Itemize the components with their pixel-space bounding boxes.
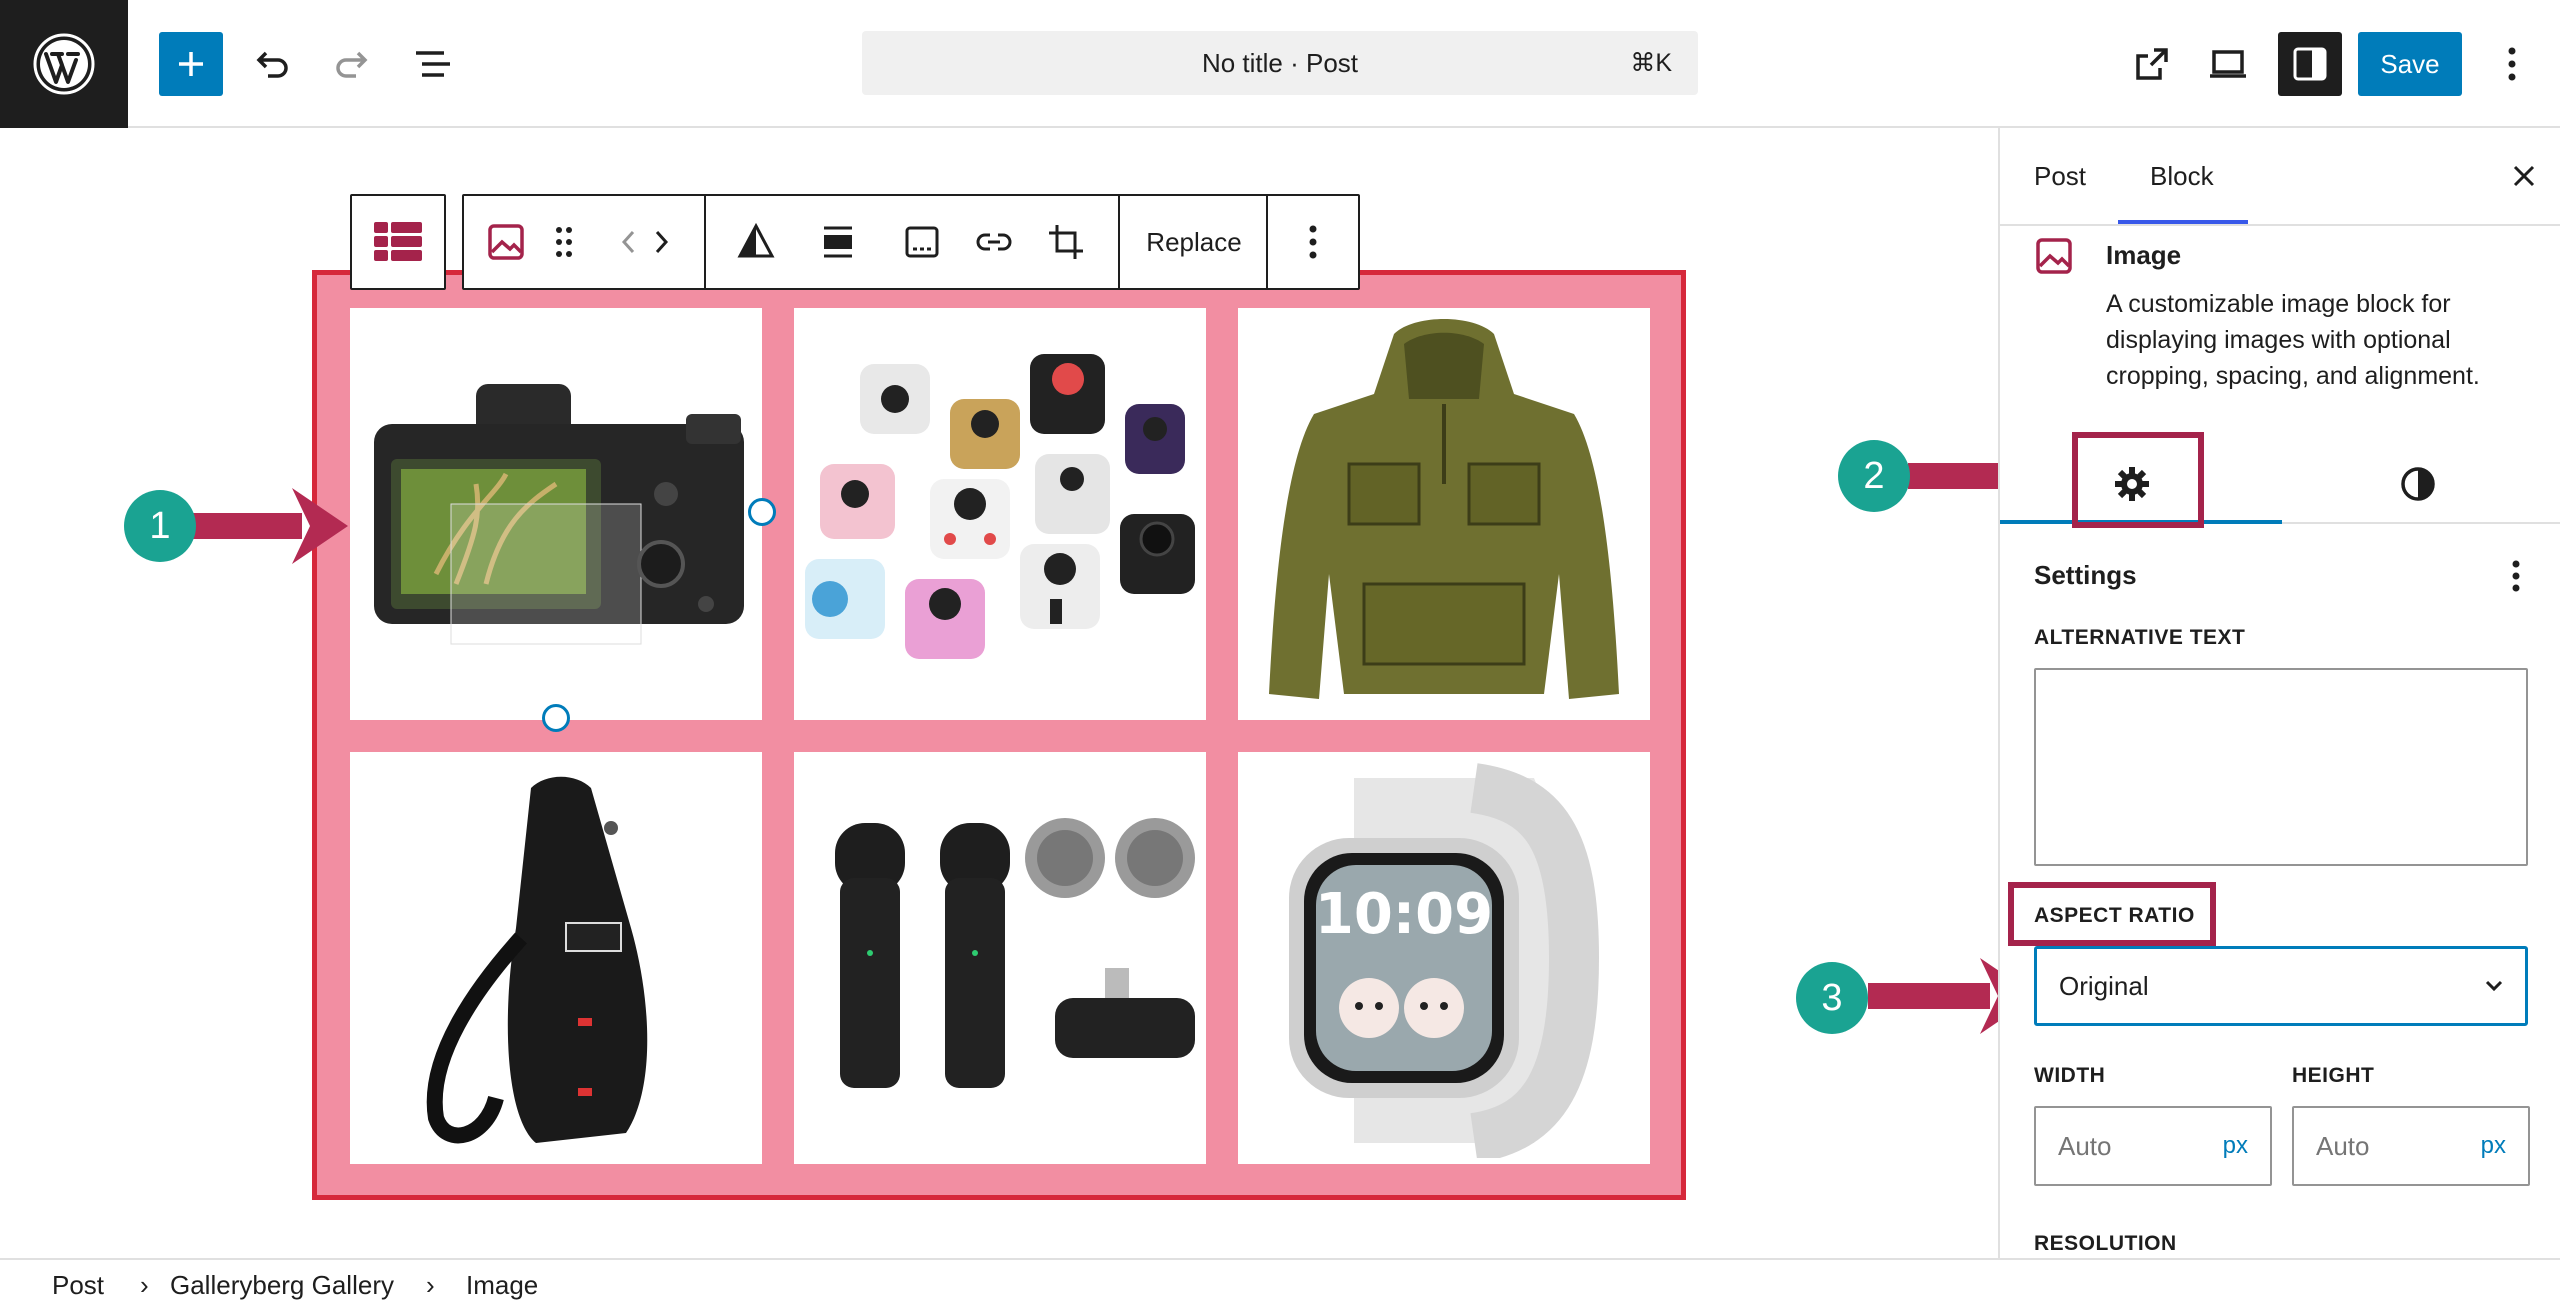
styles-tab-button[interactable] [2370, 448, 2466, 520]
alt-text-textarea[interactable] [2034, 668, 2528, 866]
highlight-aspect-ratio-label [2008, 882, 2216, 946]
settings-options-button[interactable] [2496, 552, 2536, 600]
close-sidebar-button[interactable] [2500, 150, 2548, 202]
callout-badge-3: 3 [1796, 962, 1868, 1034]
aspect-ratio-select[interactable]: Original [2034, 946, 2528, 1026]
tabs-divider [2000, 224, 2560, 226]
contrast-icon [2401, 467, 2435, 501]
width-input[interactable]: Auto px [2034, 1106, 2272, 1186]
tab-post[interactable]: Post [2034, 128, 2086, 224]
image-icon [2036, 238, 2072, 274]
resolution-label: RESOLUTION [2034, 1232, 2177, 1255]
callout-badge-2: 2 [1838, 440, 1910, 512]
block-settings-sidebar: Post Block Image A customizable image bl… [1998, 128, 2560, 1258]
aspect-ratio-value: Original [2059, 971, 2149, 1001]
width-placeholder: Auto [2058, 1131, 2112, 1161]
breadcrumb-separator-icon: › [426, 1270, 435, 1300]
chevron-down-icon [2485, 980, 2503, 992]
breadcrumb-gallery[interactable]: Galleryberg Gallery [170, 1260, 394, 1310]
block-breadcrumb: Post › Galleryberg Gallery › Image [0, 1258, 2560, 1308]
block-name: Image [2106, 240, 2182, 270]
width-unit-select[interactable]: px [2223, 1108, 2248, 1184]
callout-arrow-1 [190, 488, 348, 564]
breadcrumb-separator-icon: › [140, 1270, 149, 1300]
highlight-settings-tab [2072, 432, 2204, 528]
breadcrumb-post[interactable]: Post [52, 1260, 104, 1310]
block-image-icon [2034, 236, 2074, 281]
alt-text-label: ALTERNATIVE TEXT [2034, 626, 2246, 649]
height-label: HEIGHT [2292, 1064, 2375, 1087]
block-description: A customizable image block for displayin… [2106, 290, 2480, 390]
more-vertical-icon [2512, 560, 2520, 592]
breadcrumb-image: Image [466, 1270, 539, 1300]
tab-block[interactable]: Block [2150, 128, 2214, 224]
height-input[interactable]: Auto px [2292, 1106, 2530, 1186]
close-icon [2513, 165, 2535, 187]
width-label: WIDTH [2034, 1064, 2106, 1087]
height-placeholder: Auto [2316, 1131, 2370, 1161]
callout-badge-1: 1 [124, 490, 196, 562]
settings-panel-title: Settings [2034, 560, 2137, 590]
height-unit-select[interactable]: px [2481, 1108, 2506, 1184]
